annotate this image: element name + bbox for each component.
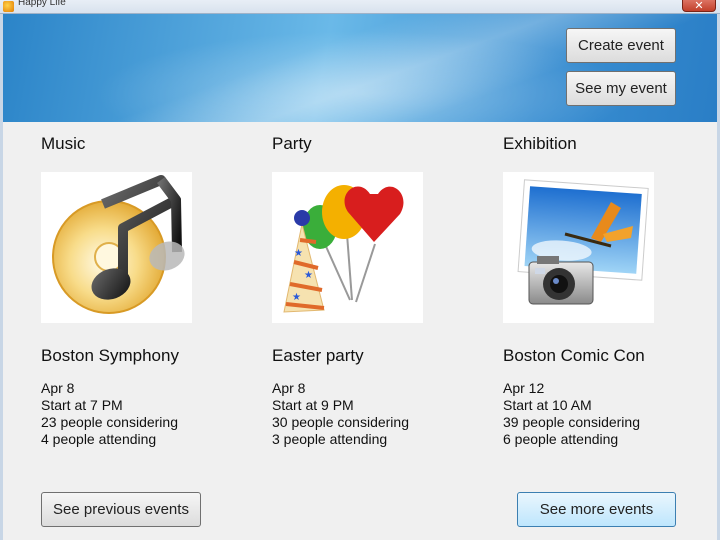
close-button[interactable]: ✕ bbox=[682, 0, 716, 12]
see-more-events-button[interactable]: See more events bbox=[517, 492, 676, 527]
event-start-time: Start at 10 AM bbox=[503, 397, 592, 413]
event-attending-count: 4 people attending bbox=[41, 431, 157, 447]
event-start-time: Start at 7 PM bbox=[41, 397, 123, 413]
see-my-event-button[interactable]: See my event bbox=[566, 71, 676, 106]
create-event-button[interactable]: Create event bbox=[566, 28, 676, 63]
event-title[interactable]: Easter party bbox=[272, 346, 364, 366]
category-label: Exhibition bbox=[503, 134, 577, 153]
event-card-party: Party ★ ★ ★ Easter party Apr 8 Start at … bbox=[272, 132, 432, 447]
category-label: Party bbox=[272, 134, 312, 153]
app-icon bbox=[3, 1, 14, 12]
svg-text:★: ★ bbox=[304, 270, 313, 281]
event-considering-count: 39 people considering bbox=[503, 414, 640, 430]
svg-text:★: ★ bbox=[292, 292, 301, 303]
see-previous-events-button[interactable]: See previous events bbox=[41, 492, 201, 527]
event-considering-count: 30 people considering bbox=[272, 414, 409, 430]
event-attending-count: 3 people attending bbox=[272, 431, 388, 447]
svg-text:★: ★ bbox=[294, 248, 303, 259]
event-date: Apr 8 bbox=[272, 380, 306, 396]
event-card-exhibition: Exhibition Boston Comic Con Apr 12 Start… bbox=[503, 132, 663, 447]
category-label: Music bbox=[41, 134, 86, 153]
event-title[interactable]: Boston Comic Con bbox=[503, 346, 645, 366]
window-title: Happy Life bbox=[18, 0, 66, 8]
event-attending-count: 6 people attending bbox=[503, 431, 619, 447]
music-note-disc-icon[interactable] bbox=[41, 172, 192, 323]
event-date: Apr 12 bbox=[503, 380, 545, 396]
event-considering-count: 23 people considering bbox=[41, 414, 178, 430]
event-date: Apr 8 bbox=[41, 380, 75, 396]
camera-photo-icon[interactable] bbox=[503, 172, 654, 323]
event-card-music: Music Boston Symphony Apr 8 Start at 7 P… bbox=[41, 132, 201, 447]
party-balloons-icon[interactable]: ★ ★ ★ bbox=[272, 172, 423, 323]
event-title[interactable]: Boston Symphony bbox=[41, 346, 179, 366]
event-start-time: Start at 9 PM bbox=[272, 397, 354, 413]
title-bar: Happy Life ✕ bbox=[0, 0, 720, 14]
